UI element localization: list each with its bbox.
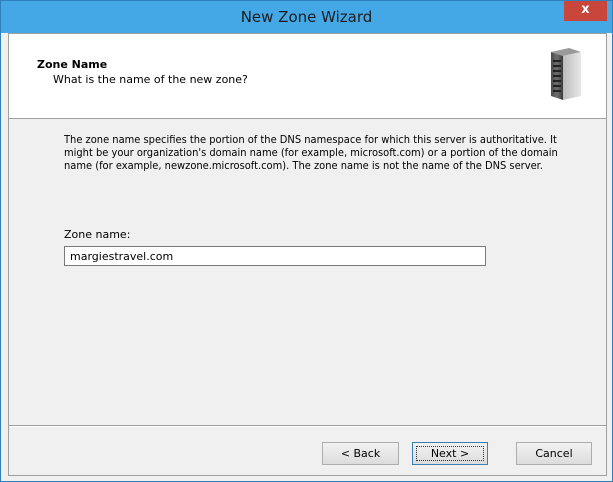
close-icon: x — [581, 2, 590, 17]
next-button[interactable]: Next > — [412, 442, 488, 465]
back-button[interactable]: < Back — [322, 442, 399, 465]
window-title: New Zone Wizard — [240, 8, 373, 26]
zone-description: The zone name specifies the portion of t… — [64, 133, 558, 172]
wizard-content: The zone name specifies the portion of t… — [9, 119, 606, 426]
page-title: Zone Name — [37, 58, 108, 71]
page-subtitle: What is the name of the new zone? — [53, 73, 248, 86]
next-focus-ring — [416, 446, 484, 461]
wizard-window: New Zone Wizard x Zone Name What is the … — [0, 0, 613, 482]
server-icon — [551, 48, 581, 100]
close-button[interactable]: x — [564, 1, 607, 21]
zone-name-input[interactable] — [64, 246, 486, 266]
title-bar[interactable]: New Zone Wizard x — [1, 1, 612, 33]
wizard-body: Zone Name What is the name of the new zo… — [8, 33, 607, 476]
zone-name-label: Zone name: — [64, 228, 131, 241]
wizard-header: Zone Name What is the name of the new zo… — [9, 34, 606, 119]
cancel-button[interactable]: Cancel — [516, 442, 592, 465]
footer-divider — [9, 425, 606, 427]
